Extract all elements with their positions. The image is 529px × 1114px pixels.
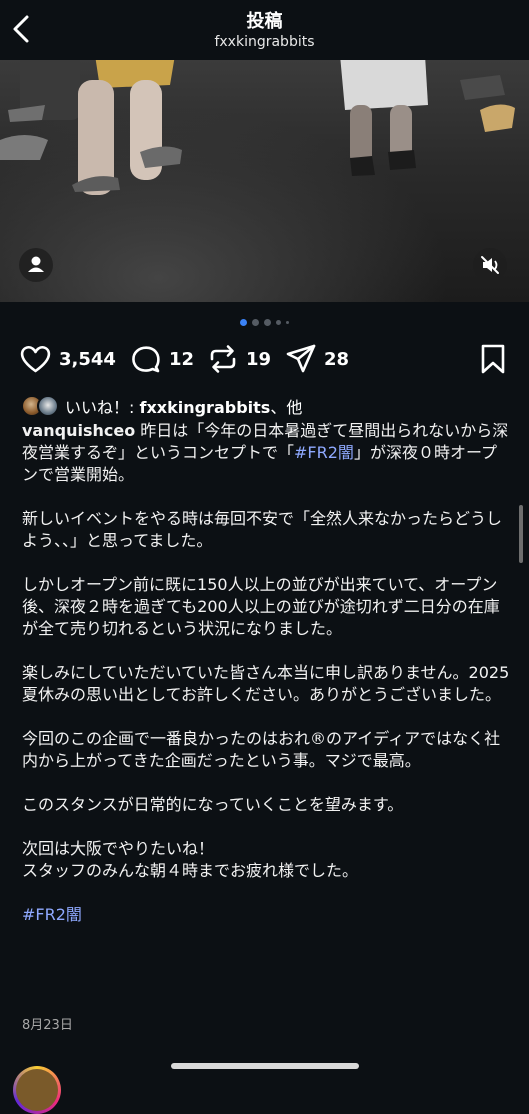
liker-avatar: [37, 395, 59, 417]
share-button[interactable]: 28: [285, 341, 349, 377]
carousel-dot: [276, 319, 281, 325]
carousel-dot: [264, 318, 271, 326]
speaker-muted-icon: [481, 256, 499, 274]
comment-button[interactable]: 12: [130, 341, 194, 377]
page-title: 投稿: [246, 11, 283, 32]
carousel-indicator: [0, 318, 529, 326]
heart-icon: [20, 345, 51, 373]
carousel-dot: [240, 318, 247, 326]
carousel-dot: [286, 320, 289, 324]
repost-button[interactable]: 19: [207, 341, 271, 377]
post-date: 8月23日: [22, 1018, 73, 1033]
save-button[interactable]: [479, 341, 507, 377]
repost-icon: [210, 345, 236, 373]
comment-icon: [132, 346, 160, 373]
post-media[interactable]: [0, 60, 529, 302]
comment-count: 12: [169, 348, 195, 370]
video-frame: [0, 60, 515, 195]
send-icon: [286, 344, 316, 373]
liked-by-prefix: いいね！:: [65, 398, 140, 417]
avatar: [16, 1069, 58, 1111]
like-button[interactable]: 3,544: [19, 341, 116, 377]
liked-by-suffix: 、他: [270, 398, 303, 417]
hashtag-link[interactable]: #FR2闇: [294, 443, 354, 462]
caption-text: 」が深夜０時オープンで営業開始。 新しいイベントをやる時は毎回不安で「全然人来な…: [22, 443, 510, 880]
next-post-avatar[interactable]: [13, 1066, 61, 1114]
post-author-username[interactable]: fxxkingrabbits: [0, 34, 529, 50]
hashtag-link[interactable]: #FR2闇: [22, 905, 82, 924]
person-icon: [28, 256, 44, 272]
carousel-dot: [252, 318, 259, 326]
tagged-people-button[interactable]: [19, 248, 53, 282]
post-caption: vanquishceo 昨日は「今年の日本暑過ぎて昼間出られないから深夜営業する…: [22, 420, 510, 926]
repost-count: 19: [246, 348, 272, 370]
bookmark-icon: [481, 344, 505, 374]
liked-by-text: いいね！: fxxkingrabbits、他: [65, 394, 302, 418]
action-bar: 3,544 12 19 28: [19, 341, 509, 377]
mute-button[interactable]: [473, 248, 507, 282]
liked-by-row[interactable]: いいね！: fxxkingrabbits、他: [21, 393, 302, 419]
top-bar: 投稿 fxxkingrabbits: [0, 0, 529, 60]
like-count: 3,544: [59, 348, 116, 370]
scrollbar[interactable]: [519, 505, 523, 563]
liked-by-user[interactable]: fxxkingrabbits: [139, 398, 270, 417]
share-count: 28: [324, 348, 350, 370]
home-indicator[interactable]: [171, 1063, 359, 1069]
caption-username[interactable]: vanquishceo: [22, 421, 135, 440]
